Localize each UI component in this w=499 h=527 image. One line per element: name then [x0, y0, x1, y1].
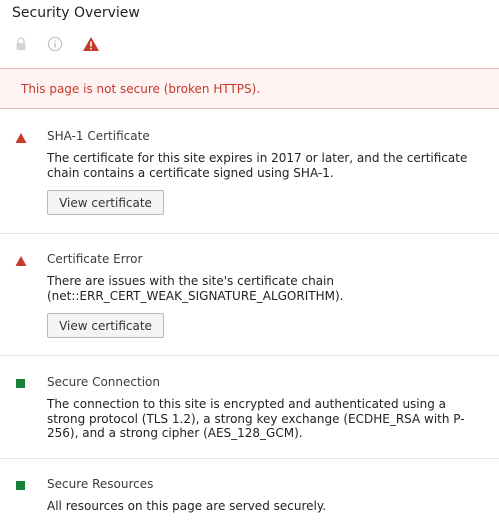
warning-triangle-icon	[15, 256, 27, 266]
section-title: SHA-1 Certificate	[47, 129, 150, 143]
security-section-sha1-certificate: SHA-1 Certificate The certificate for th…	[0, 129, 499, 234]
security-section-certificate-error: Certificate Error There are issues with …	[0, 252, 499, 356]
lock-icon[interactable]	[11, 30, 31, 58]
section-description: The certificate for this site expires in…	[47, 151, 468, 180]
section-title: Secure Resources	[47, 477, 154, 491]
panel-title: Security Overview	[12, 5, 140, 21]
security-summary-text: This page is not secure (broken HTTPS).	[21, 82, 261, 96]
security-summary-banner: This page is not secure (broken HTTPS).	[0, 68, 499, 109]
info-icon[interactable]	[45, 30, 65, 58]
green-square-icon	[16, 379, 25, 388]
view-certificate-button[interactable]: View certificate	[47, 190, 164, 215]
section-description: The connection to this site is encrypted…	[47, 397, 465, 440]
green-square-icon	[16, 481, 25, 490]
warning-icon[interactable]	[81, 30, 101, 58]
security-state-icons	[0, 30, 120, 60]
section-description: There are issues with the site's certifi…	[47, 274, 344, 303]
section-description: All resources on this page are served se…	[47, 499, 327, 513]
section-title: Certificate Error	[47, 252, 143, 266]
security-section-secure-connection: Secure Connection The connection to this…	[0, 375, 499, 459]
view-certificate-button[interactable]: View certificate	[47, 313, 164, 338]
warning-triangle-icon	[15, 133, 27, 143]
security-section-secure-resources: Secure Resources All resources on this p…	[0, 477, 499, 527]
section-title: Secure Connection	[47, 375, 160, 389]
